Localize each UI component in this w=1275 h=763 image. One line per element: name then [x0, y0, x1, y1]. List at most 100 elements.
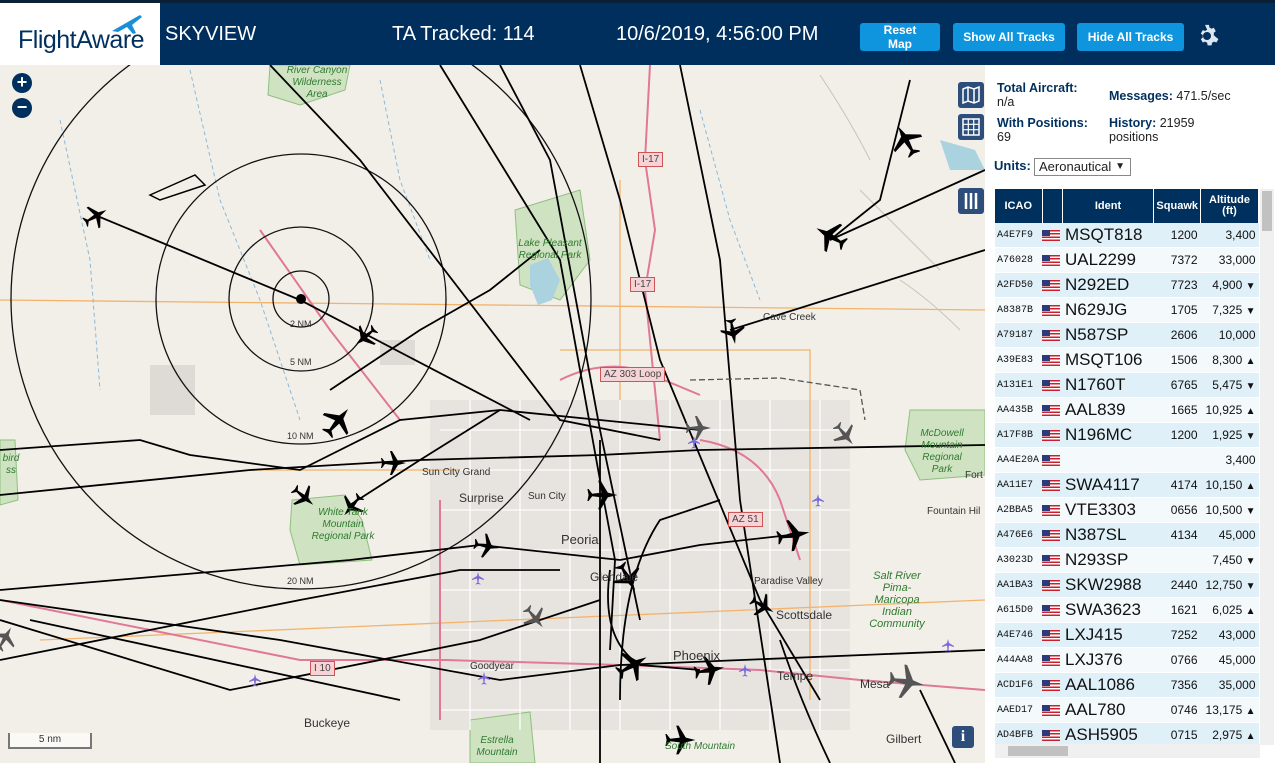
stat-positions: With Positions: 69 — [997, 116, 1088, 144]
us-flag-icon — [1042, 330, 1061, 342]
reset-map-button[interactable]: Reset Map — [860, 23, 940, 51]
cell-flag — [1042, 572, 1063, 598]
cell-icao: AAED17 — [995, 697, 1043, 723]
ring-label-5nm: 5 NM — [290, 357, 312, 367]
table-row[interactable]: A79187 N587SP 2606 10,000 — [995, 322, 1259, 348]
tracked-count: TA Tracked: 114 — [392, 23, 535, 45]
cell-altitude: 5,475 ▼ — [1200, 372, 1259, 398]
cell-icao: A4E7F9 — [995, 223, 1043, 248]
altitude-value: 8,300 — [1212, 353, 1243, 367]
cell-ident: N292ED — [1062, 272, 1154, 298]
altitude-value: 1,925 — [1212, 428, 1243, 442]
cell-squawk: 1705 — [1153, 297, 1201, 323]
cell-icao: A476E6 — [995, 522, 1043, 548]
altitude-value: 7,450 — [1212, 553, 1243, 567]
info-button[interactable]: i — [952, 726, 974, 748]
cell-squawk: 1621 — [1153, 597, 1201, 623]
cell-flag — [1042, 622, 1063, 648]
table-row[interactable]: A476E6 N387SL 4134 45,000 — [995, 522, 1259, 548]
table-row[interactable]: AA4E20A 3,400 — [995, 447, 1259, 473]
grid-toggle-button[interactable] — [958, 114, 984, 140]
map-view[interactable]: 2 NM 5 NM 10 NM 20 NM Surprise Sun City … — [0, 65, 985, 763]
cell-flag — [1042, 247, 1063, 273]
hide-all-tracks-button[interactable]: Hide All Tracks — [1077, 23, 1184, 51]
table-header-row: ICAO Ident Squawk Altitude (ft) — [995, 189, 1259, 223]
us-flag-icon — [1042, 405, 1061, 417]
stat-messages-label: Messages: — [1109, 89, 1173, 103]
cell-icao: A76028 — [995, 247, 1043, 273]
table-row[interactable]: A4E7F9 MSQT818 1200 3,400 — [995, 223, 1259, 248]
cell-flag — [1042, 347, 1063, 373]
cell-squawk: 2440 — [1153, 572, 1201, 598]
table-row[interactable]: A3023D N293SP 7,450 ▼ — [995, 547, 1259, 573]
table-row[interactable]: AA1BA3 SKW2988 2440 12,750 ▼ — [995, 572, 1259, 598]
cell-ident: N629JG — [1062, 297, 1154, 323]
label-tempe: Tempe — [777, 669, 814, 683]
cell-flag — [1042, 597, 1063, 623]
col-header-squawk[interactable]: Squawk — [1153, 189, 1201, 223]
col-header-icao[interactable]: ICAO — [995, 189, 1043, 223]
park-salt-river: Salt River Pima-Maricopa Indian Communit… — [869, 570, 925, 630]
table-row[interactable]: A44AA8 LXJ376 0766 45,000 — [995, 647, 1259, 673]
ring-label-10nm: 10 NM — [287, 431, 314, 441]
altitude-value: 7,325 — [1212, 303, 1243, 317]
park-white-tank: White Tank Mountain Regional Park — [311, 507, 375, 542]
cell-ident: SKW2988 — [1062, 572, 1154, 598]
cell-altitude: 13,175 ▲ — [1200, 697, 1259, 723]
cell-squawk: 7356 — [1153, 672, 1201, 698]
vertical-scrollbar[interactable] — [1260, 189, 1274, 745]
table-row[interactable]: A2BBA5 VTE3303 0656 10,500 ▼ — [995, 497, 1259, 523]
vertical-scroll-thumb[interactable] — [1262, 191, 1272, 231]
us-flag-icon — [1042, 305, 1061, 317]
table-row[interactable]: A17F8B N196MC 1200 1,925 ▼ — [995, 422, 1259, 448]
altitude-value: 10,000 — [1218, 328, 1256, 342]
col-header-ident[interactable]: Ident — [1062, 189, 1155, 223]
park-estrella: Estrella Mountain — [476, 735, 518, 758]
cell-flag — [1042, 372, 1063, 398]
altitude-value: 45,000 — [1218, 528, 1256, 542]
stat-positions-label: With Positions: — [997, 116, 1088, 130]
label-phoenix: Phoenix — [673, 648, 720, 663]
zoom-out-button[interactable]: − — [12, 98, 32, 118]
horizontal-scroll-thumb[interactable] — [1008, 746, 1068, 756]
us-flag-icon — [1042, 380, 1061, 392]
trend-icon: ▼ — [1245, 581, 1256, 592]
gear-icon[interactable] — [1195, 24, 1219, 48]
cell-flag — [1042, 547, 1063, 573]
table-row[interactable]: AAED17 AAL780 0746 13,175 ▲ — [995, 697, 1259, 723]
cell-icao: A2BBA5 — [995, 497, 1043, 523]
altitude-value: 43,000 — [1218, 628, 1256, 642]
table-row[interactable]: A76028 UAL2299 7372 33,000 — [995, 247, 1259, 273]
table-row[interactable]: A4E746 LXJ415 7252 43,000 — [995, 622, 1259, 648]
zoom-in-button[interactable]: + — [12, 73, 32, 93]
label-glendale: Glendale — [590, 570, 639, 584]
table-row[interactable]: A2FD50 N292ED 7723 4,900 ▼ — [995, 272, 1259, 298]
highway-az51: AZ 51 — [728, 512, 763, 527]
cell-squawk: 4134 — [1153, 522, 1201, 548]
highway-i17-mid: I-17 — [630, 277, 656, 292]
cell-squawk: 6765 — [1153, 372, 1201, 398]
us-flag-icon — [1042, 505, 1061, 517]
units-select[interactable]: Aeronautical ▼ — [1034, 158, 1131, 176]
table-row[interactable]: AA435B AAL839 1665 10,925 ▲ — [995, 397, 1259, 423]
show-all-tracks-button[interactable]: Show All Tracks — [953, 23, 1065, 51]
park-hassayampa: bird ss — [2, 453, 20, 476]
table-row[interactable]: A39E83 MSQT106 1506 8,300 ▲ — [995, 347, 1259, 373]
col-header-altitude[interactable]: Altitude (ft) — [1200, 189, 1259, 223]
cell-ident: MSQT106 — [1062, 347, 1154, 373]
flightaware-logo[interactable]: FlightAware — [0, 3, 160, 65]
col-header-flag[interactable] — [1042, 189, 1063, 223]
altitude-value: 3,400 — [1225, 453, 1256, 467]
table-row[interactable]: A615D0 SWA3623 1621 6,025 ▲ — [995, 597, 1259, 623]
table-row[interactable]: A131E1 N1760T 6765 5,475 ▼ — [995, 372, 1259, 398]
columns-toggle-button[interactable] — [958, 188, 984, 214]
cell-icao: ACD1F6 — [995, 672, 1043, 698]
table-row[interactable]: A8387B N629JG 1705 7,325 ▼ — [995, 297, 1259, 323]
table-row[interactable]: AA11E7 SWA4117 4174 10,150 ▲ — [995, 472, 1259, 498]
cell-flag — [1042, 447, 1063, 473]
ring-label-2nm: 2 NM — [290, 319, 312, 329]
map-layer-button[interactable] — [958, 82, 984, 108]
park-river-canyon: River Canyon Wilderness Area — [286, 65, 348, 100]
table-row[interactable]: ACD1F6 AAL1086 7356 35,000 — [995, 672, 1259, 698]
cell-altitude: 1,925 ▼ — [1200, 422, 1259, 448]
